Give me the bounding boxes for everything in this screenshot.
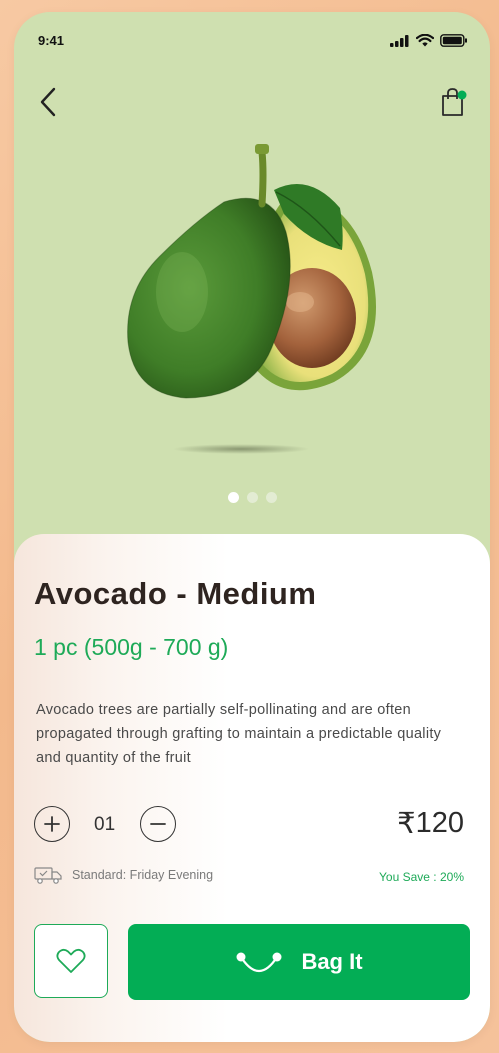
- status-time: 9:41: [38, 33, 65, 48]
- status-icons: [390, 34, 468, 47]
- back-arrow-icon: [40, 87, 56, 117]
- carousel-dot-3[interactable]: [265, 492, 277, 503]
- product-details-card: Avocado - Medium 1 pc (500g - 700 g) Avo…: [14, 534, 490, 1042]
- increase-quantity-button[interactable]: [34, 806, 70, 842]
- signal-icon: [390, 34, 409, 47]
- product-weight: 1 pc (500g - 700 g): [34, 634, 229, 660]
- product-price: ₹ 120: [397, 806, 464, 841]
- cart-button[interactable]: [436, 84, 472, 120]
- back-button[interactable]: [30, 84, 66, 120]
- carousel-dot-2[interactable]: [246, 492, 258, 503]
- product-title: Avocado - Medium: [34, 576, 317, 611]
- quantity-value: 01: [94, 814, 116, 835]
- heart-icon: [56, 948, 86, 973]
- plus-icon: [44, 816, 60, 832]
- product-shadow: [172, 444, 310, 454]
- favorite-button[interactable]: [34, 924, 108, 998]
- status-bar: 9:41: [14, 12, 490, 72]
- delivery-text: Standard: Friday Evening: [72, 868, 214, 882]
- price-value: 120: [415, 807, 464, 839]
- carousel-indicator: [14, 492, 490, 503]
- carousel-dot-1[interactable]: [227, 492, 239, 503]
- quantity-price-row: 01 ₹ 120: [34, 806, 474, 846]
- delivery-info: Standard: Friday Evening: [34, 866, 213, 884]
- shopping-bag-icon: [442, 88, 467, 116]
- bag-it-button[interactable]: Bag It: [128, 924, 470, 1000]
- currency-symbol: ₹: [397, 808, 416, 840]
- truck-icon: [34, 867, 62, 884]
- smile-bag-icon: [236, 952, 282, 973]
- bag-it-label: Bag It: [301, 949, 363, 974]
- phone-screen: 9:41 Avocado - Medium 1 pc (500g - 700 g…: [14, 12, 490, 1042]
- minus-icon: [150, 823, 166, 825]
- product-image: [127, 144, 377, 399]
- savings-text: You Save : 20%: [379, 870, 464, 884]
- wifi-icon: [416, 34, 434, 47]
- decrease-quantity-button[interactable]: [140, 806, 176, 842]
- battery-icon: [440, 34, 467, 47]
- product-description: Avocado trees are partially self-pollina…: [36, 702, 442, 766]
